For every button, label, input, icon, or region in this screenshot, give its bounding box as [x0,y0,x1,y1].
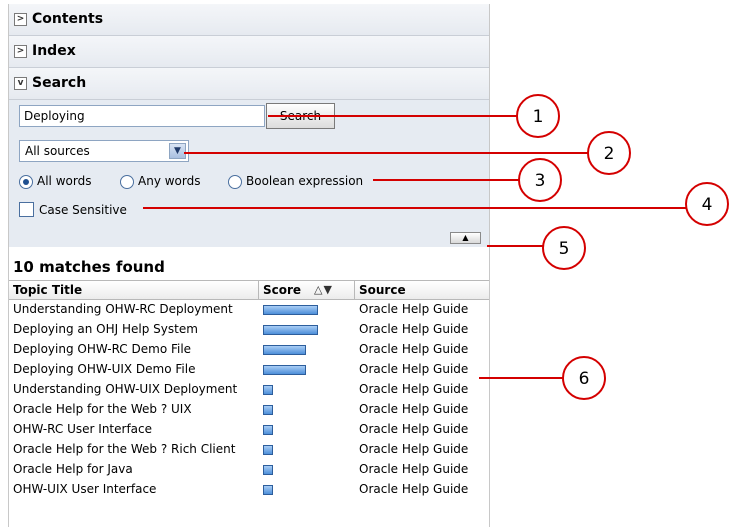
callout-2-number: 2 [604,144,615,164]
callout-1-number: 1 [533,107,544,127]
callout-5-number: 5 [559,239,570,259]
callout-3-number: 3 [535,171,546,191]
callout-4-number: 4 [702,195,713,215]
callout-annotations: 1 2 3 4 5 6 [143,94,729,400]
callout-6-number: 6 [579,369,590,389]
